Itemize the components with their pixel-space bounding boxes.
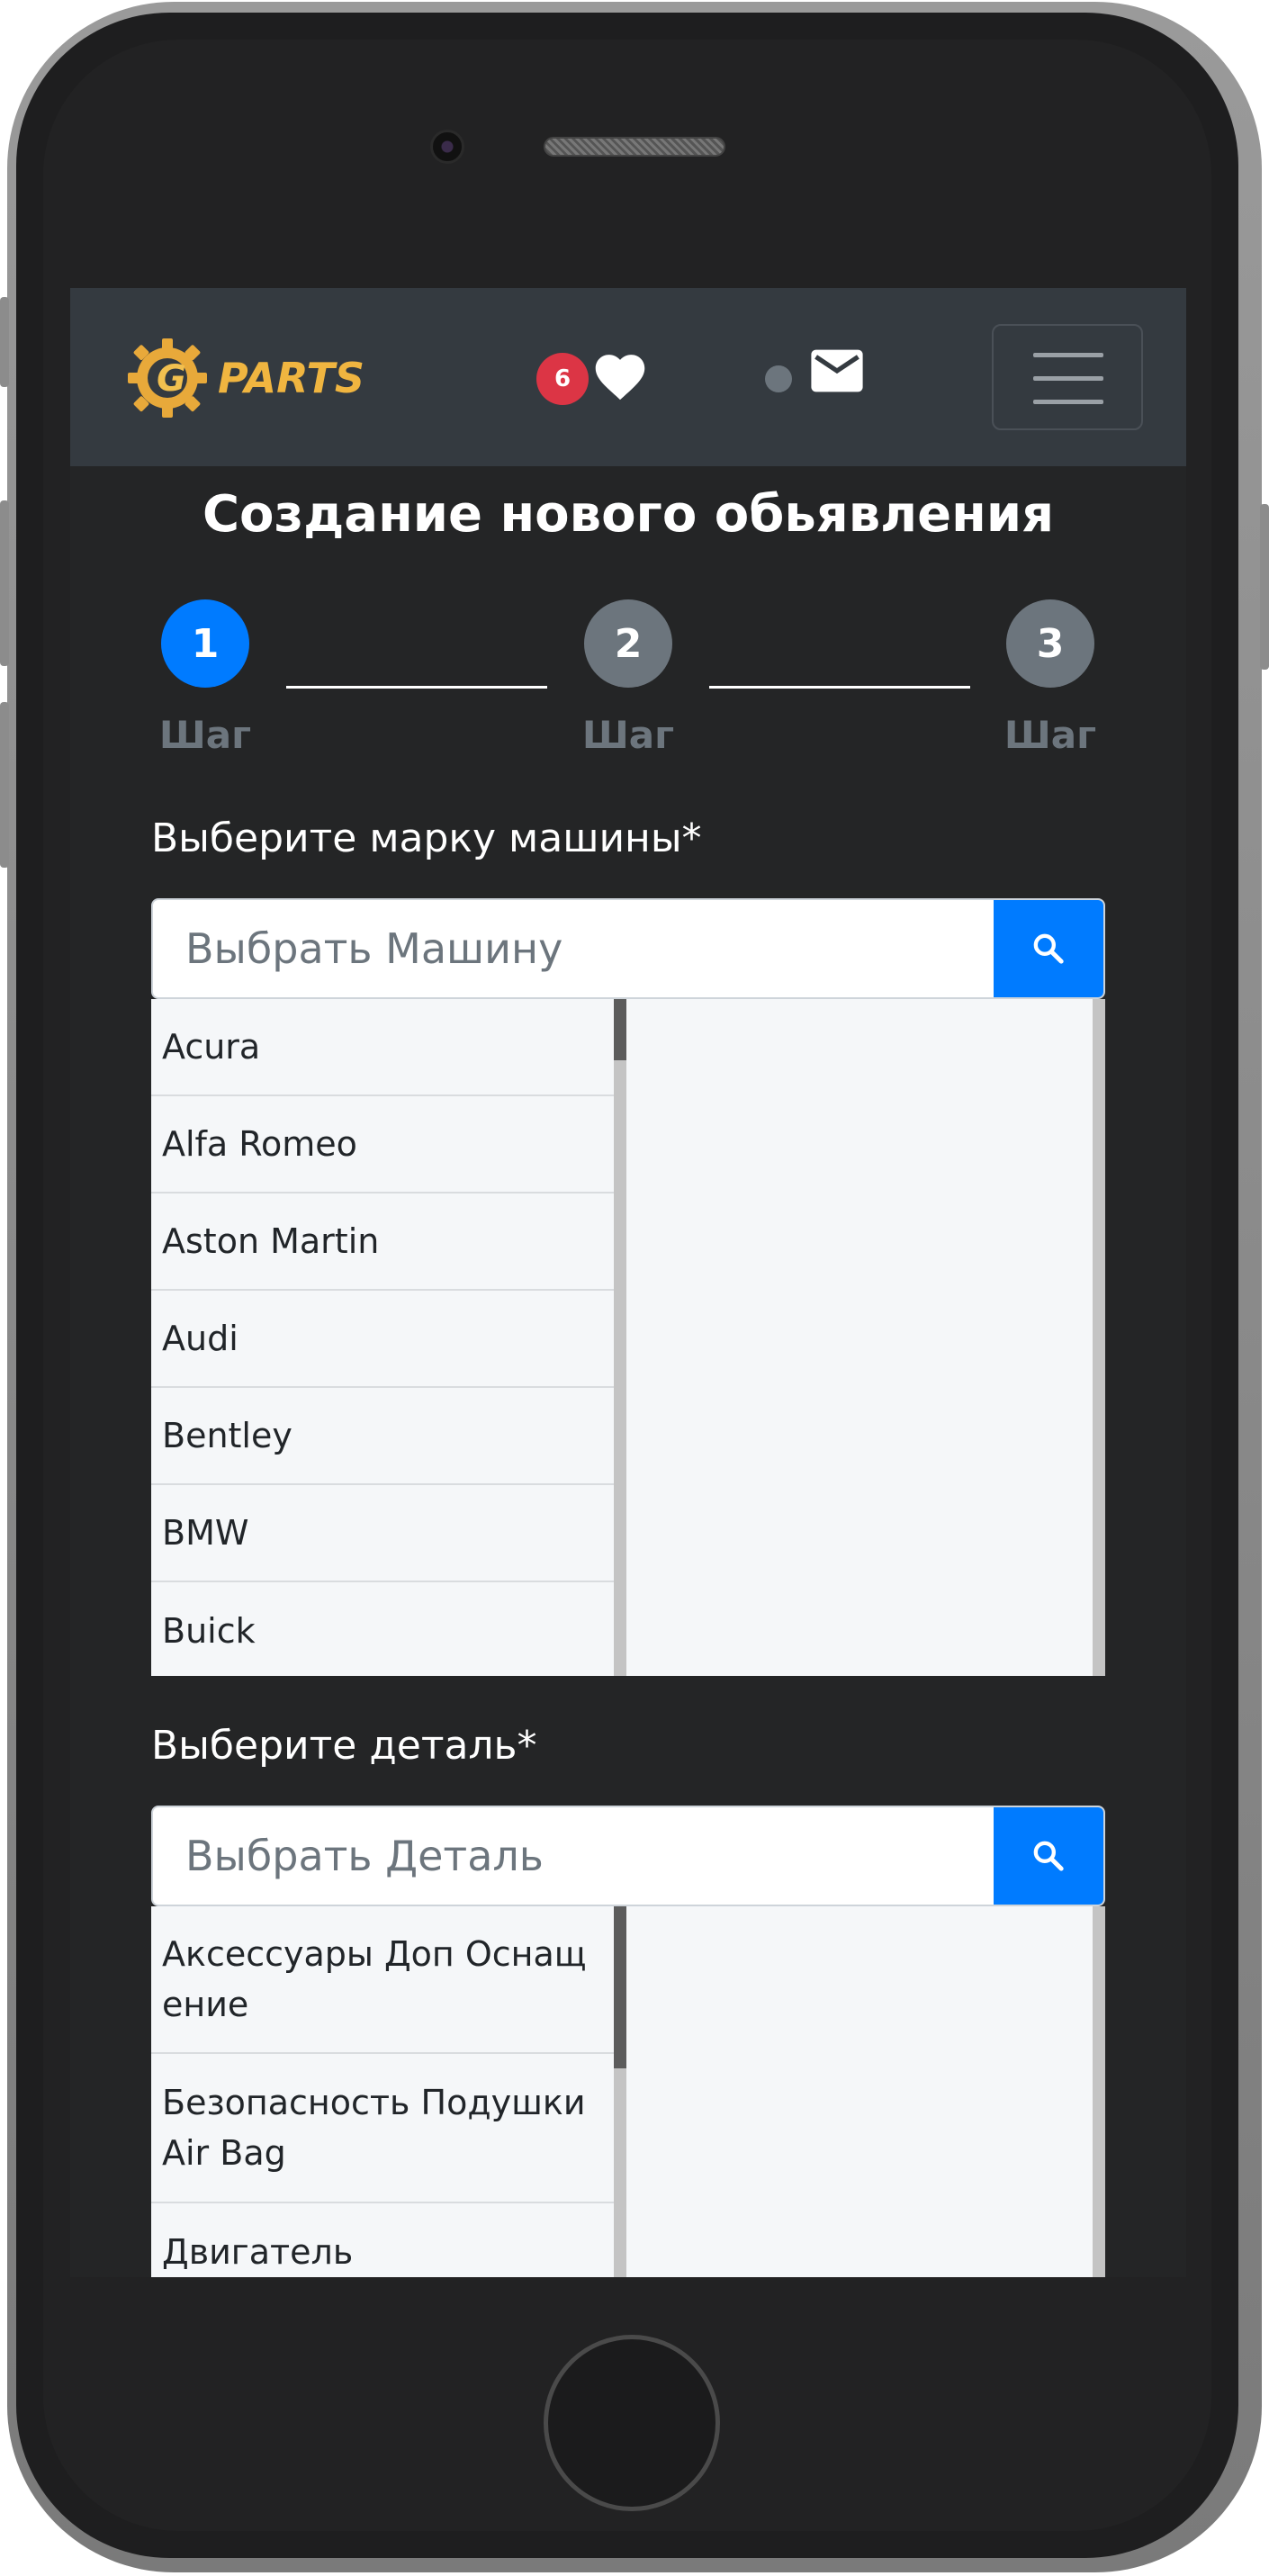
message-status-dot	[765, 365, 792, 392]
earpiece-speaker	[544, 137, 725, 157]
part-search-button[interactable]	[994, 1807, 1103, 1905]
phone-side-button-silent	[0, 297, 9, 387]
part-search-input[interactable]	[153, 1807, 995, 1905]
gparts-logo[interactable]: G PARTS	[121, 333, 391, 423]
step-connector	[286, 686, 547, 689]
menu-toggle-button[interactable]	[992, 324, 1143, 430]
car-search-input[interactable]	[153, 900, 995, 997]
screen: G PARTS 6 Создание нового обьявления 1 2…	[70, 288, 1186, 2277]
part-search-group	[151, 1806, 1105, 1906]
car-list-scroll-thumb[interactable]	[614, 999, 626, 1060]
list-item[interactable]: Alfa Romeo	[151, 1096, 614, 1193]
car-search-group	[151, 898, 1105, 999]
list-item[interactable]: Безопасность Подушки Air Bag	[151, 2054, 614, 2203]
step-1-label: Шаг	[158, 713, 252, 757]
car-brand-label: Выберите марку машины*	[151, 815, 702, 861]
phone-side-button-volume-down	[0, 702, 9, 868]
step-connector	[709, 686, 970, 689]
list-item[interactable]: Aston Martin	[151, 1193, 614, 1291]
menu-icon-bar	[1033, 376, 1103, 381]
part-category-column: Аксессуары Доп Оснащение Безопасность По…	[151, 1906, 614, 2277]
step-1-circle: 1	[161, 599, 249, 688]
search-icon	[1033, 1841, 1064, 1871]
search-icon	[1033, 933, 1064, 964]
part-list-scroll-thumb[interactable]	[614, 1906, 626, 2068]
car-list-scrollbar[interactable]	[614, 999, 626, 1676]
part-list: Аксессуары Доп Оснащение Безопасность По…	[151, 1906, 1105, 2277]
list-item[interactable]: Buick	[151, 1582, 614, 1676]
list-item[interactable]: Bentley	[151, 1388, 614, 1485]
list-item[interactable]: Двигатель	[151, 2203, 614, 2277]
menu-icon-bar	[1033, 400, 1103, 404]
step-3-circle: 3	[1006, 599, 1094, 688]
list-item[interactable]: BMW	[151, 1485, 614, 1582]
car-model-scrollbar[interactable]	[1093, 999, 1105, 1676]
part-label: Выберите деталь*	[151, 1723, 537, 1769]
car-brand-list: Acura Alfa Romeo Aston Martin Audi Bentl…	[151, 999, 1105, 1676]
envelope-icon	[811, 349, 863, 392]
list-item[interactable]: Acura	[151, 999, 614, 1096]
messages-link[interactable]	[765, 347, 882, 401]
step-2-circle: 2	[584, 599, 672, 688]
step-2-label: Шаг	[581, 713, 675, 757]
navbar: G PARTS 6	[70, 288, 1186, 466]
favorites-count-badge: 6	[536, 353, 589, 405]
svg-text:G: G	[157, 358, 186, 400]
heart-icon	[595, 355, 645, 401]
svg-text:PARTS: PARTS	[218, 354, 364, 402]
home-button[interactable]	[544, 2335, 720, 2511]
car-brand-column: Acura Alfa Romeo Aston Martin Audi Bentl…	[151, 999, 614, 1676]
phone-side-button-power	[1260, 504, 1269, 670]
step-3-label: Шаг	[1004, 713, 1097, 757]
front-camera	[430, 130, 464, 164]
phone-side-button-volume-up	[0, 500, 9, 666]
favorites-link[interactable]: 6	[536, 344, 671, 407]
list-item[interactable]: Аксессуары Доп Оснащение	[151, 1906, 614, 2054]
car-search-button[interactable]	[994, 900, 1103, 997]
list-item[interactable]: Audi	[151, 1291, 614, 1388]
page-title: Создание нового обьявления	[202, 485, 1055, 544]
subpart-scrollbar[interactable]	[1093, 1906, 1105, 2277]
menu-icon	[1033, 353, 1103, 357]
